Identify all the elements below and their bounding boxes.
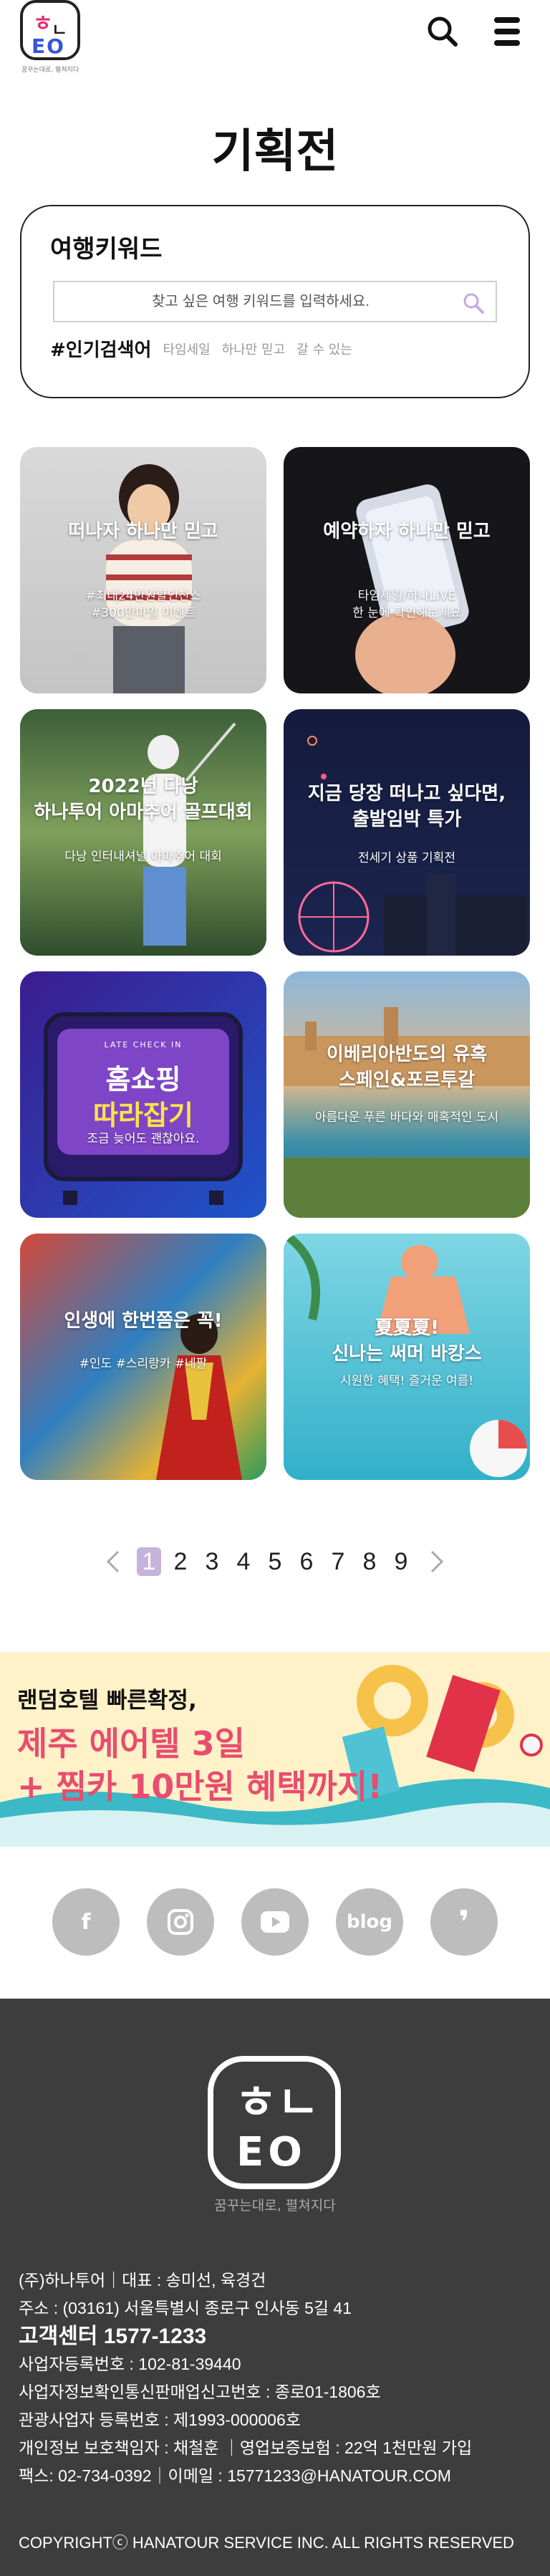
promo-title-line2: 신나는 써머 바캉스 <box>332 1343 482 1365</box>
contact-info: 팩스: 02-734-0392｜이메일 : 15771233@HANATOUR.… <box>19 2466 451 2485</box>
company-info: (주)하나투어｜대표 : 송미선, 육경건 주소 : (03161) 서울특별시… <box>19 2267 541 2490</box>
footer-slogan: 꿈꾸는대로, 펼쳐지다 <box>214 2198 336 2214</box>
promo-tile[interactable]: 夏夏夏! 신나는 써머 바캉스 시원한 혜택! 즐거운 여름! <box>284 1234 530 1480</box>
page-link[interactable]: 9 <box>389 1547 413 1576</box>
page-link[interactable]: 5 <box>263 1547 287 1576</box>
page-link[interactable]: 2 <box>168 1547 193 1576</box>
page-link[interactable]: 1 <box>137 1547 161 1576</box>
page-title: 기획전 <box>211 125 339 178</box>
promo-tile[interactable]: 이베리아반도의 유혹 스페인&포르투갈 아름다운 푸른 바다와 매혹적인 도시 <box>284 971 530 1218</box>
keyword-search-input[interactable] <box>54 282 496 321</box>
promo-image-night-city <box>298 736 527 956</box>
kakao-story-icon[interactable]: ❜ <box>430 1888 498 1956</box>
page-link[interactable]: 4 <box>231 1547 256 1576</box>
chevron-right-icon[interactable] <box>420 1546 452 1577</box>
promo-subtitle: 한 눈에 확인해보세요 <box>352 606 461 620</box>
tv-title-line1: 홈쇼핑 <box>105 1064 181 1095</box>
popular-keywords: #인기검색어 타임세일 하나만 믿고 갈 수 있는 <box>50 335 352 362</box>
promo-subtitle: 타임세일/하나LIVE <box>357 589 456 603</box>
kakao-story-label: ❜ <box>458 1903 470 1941</box>
company-address: 주소 : (03161) 서울특별시 종로구 인사동 5길 41 <box>19 2299 352 2317</box>
page-link[interactable]: 3 <box>200 1547 224 1576</box>
promo-tile[interactable]: 예약하자 하나만 믿고 타임세일/하나LIVE 한 눈에 확인해보세요 <box>284 447 530 693</box>
promo-image-woman <box>106 464 192 693</box>
jeju-promo-banner[interactable]: 랜덤호텔 빠른확정, 제주 에어텔 3일 + 찜카 10만원 혜택까지! <box>0 1652 550 1847</box>
search-submit-icon[interactable] <box>461 291 486 315</box>
pagination: 1 2 3 4 5 6 7 8 9 <box>0 1542 550 1582</box>
promo-subtitle: 조금 늦어도 괜찮아요. <box>87 1132 200 1146</box>
tour-registration: 관광사업자 등록번호 : 제1993-000006호 <box>19 2411 301 2429</box>
popular-tag[interactable]: 타임세일 <box>163 340 210 358</box>
promo-title: 인생에 한번쯤은 꼭! <box>64 1310 223 1332</box>
promo-title-line2: 출발임박 특가 <box>352 809 462 830</box>
chevron-left-icon[interactable] <box>98 1546 130 1577</box>
facebook-icon[interactable]: f <box>52 1888 120 1956</box>
logo-slogan: 꿈꾸는대로, 펼쳐지다 <box>21 67 79 74</box>
promo-title: 2022년 다낭 <box>88 776 198 797</box>
footer-logo: ㅎㄴ EO <box>208 2056 341 2189</box>
instagram-icon[interactable] <box>147 1888 214 1956</box>
promo-subtitle: 아름다운 푸른 바다와 매혹적인 도시 <box>314 1110 499 1125</box>
promo-title: 夏夏夏! <box>375 1317 439 1339</box>
promo-subtitle: #최대24만원할인찬스 <box>85 589 201 603</box>
promo-image-golfer <box>143 722 236 946</box>
keyword-title: 여행키워드 <box>50 235 163 264</box>
privacy-officer: 개인정보 보호책임자 : 채철훈 ｜영업보증보험 : 22억 1천만원 가입 <box>19 2438 473 2457</box>
tv-title-line2: 따라잡기 <box>93 1100 193 1131</box>
banner-line3: + 찜카 10만원 혜택까지! <box>17 1767 383 1806</box>
copyright: COPYRIGHTⓒ HANATOUR SERVICE INC. ALL RIG… <box>19 2534 514 2552</box>
page-link[interactable]: 6 <box>294 1547 319 1576</box>
popular-keywords-label: #인기검색어 <box>50 340 152 361</box>
site-logo[interactable]: ㅎㄴ EO 꿈꾸는대로, 펼쳐지다 <box>17 0 83 85</box>
promo-subtitle: 시원한 혜택! 즐거운 여름! <box>339 1374 474 1388</box>
page-link[interactable]: 7 <box>326 1547 350 1576</box>
promo-title: 지금 당장 떠나고 싶다면, <box>307 783 506 804</box>
page-link[interactable]: 8 <box>357 1547 382 1576</box>
youtube-glyph <box>261 1911 289 1933</box>
promo-tile[interactable]: 떠나자 하나만 믿고 #최대24만원할인찬스 #300만마일 이벤트 <box>20 447 266 693</box>
instagram-glyph <box>168 1909 193 1935</box>
tv-caption: LATE CHECK IN <box>104 1040 183 1049</box>
facebook-label: f <box>81 1909 91 1935</box>
social-links: f blog ❜ <box>0 1888 550 1960</box>
promo-tile[interactable]: 인생에 한번쯤은 꼭! #인도 #스리랑카 #네팔 <box>20 1234 266 1480</box>
menu-icon[interactable] <box>487 11 527 52</box>
banner-line1: 랜덤호텔 빠른확정, <box>17 1688 197 1714</box>
promo-title-line2: 스페인&포르투갈 <box>338 1070 476 1091</box>
promo-title: 떠나자 하나만 믿고 <box>68 521 218 542</box>
ecommerce-number[interactable]: 사업자정보확인통신판매업신고번호 : 종로01-1806호 <box>19 2378 541 2406</box>
promo-title: 이베리아반도의 유혹 <box>326 1044 488 1065</box>
logo-mark: ㅎㄴ EO <box>20 0 80 60</box>
promo-tile[interactable]: 2022년 다낭 하나투어 아마추어 골프대회 다낭 인터내셔널 아마추어 대회 <box>20 709 266 956</box>
youtube-icon[interactable] <box>241 1888 309 1956</box>
promo-subtitle: #인도 #스리랑카 #네팔 <box>79 1357 208 1371</box>
site-header: ㅎㄴ EO 꿈꾸는대로, 펼쳐지다 <box>0 0 550 93</box>
promo-image-iberia <box>284 1007 530 1218</box>
blog-icon[interactable]: blog <box>336 1888 403 1956</box>
promo-image-phone <box>355 484 469 693</box>
banner-line2: 제주 에어텔 3일 <box>17 1724 245 1763</box>
promo-subtitle: #300만마일 이벤트 <box>91 606 196 620</box>
promo-subtitle: 전세기 상품 기획전 <box>358 851 455 865</box>
blog-label: blog <box>347 1911 392 1933</box>
popular-tag[interactable]: 갈 수 있는 <box>296 340 352 358</box>
site-footer: ㅎㄴ EO 꿈꾸는대로, 펼쳐지다 (주)하나투어｜대표 : 송미선, 육경건 … <box>0 1999 550 2576</box>
customer-center[interactable]: 고객센터 1577-1233 <box>19 2322 541 2350</box>
promo-title-line2: 하나투어 아마추어 골프대회 <box>34 802 253 823</box>
promo-title: 예약하자 하나만 믿고 <box>323 521 491 542</box>
keyword-search-card: 여행키워드 #인기검색어 타임세일 하나만 믿고 갈 수 있는 <box>20 205 530 398</box>
promo-tile[interactable]: 지금 당장 떠나고 싶다면, 출발임박 특가 전세기 상품 기획전 <box>284 709 530 956</box>
promo-tile[interactable]: LATE CHECK IN 홈쇼핑 따라잡기 조금 늦어도 괜찮아요. <box>20 971 266 1218</box>
business-number: 사업자등록번호 : 102-81-39440 <box>19 2355 241 2373</box>
search-icon[interactable] <box>423 11 463 52</box>
popular-tag[interactable]: 하나만 믿고 <box>222 340 286 358</box>
company-name: (주)하나투어｜대표 : 송미선, 육경건 <box>19 2271 266 2289</box>
promo-subtitle: 다낭 인터내셔널 아마추어 대회 <box>64 850 222 864</box>
keyword-search-box <box>53 281 497 322</box>
